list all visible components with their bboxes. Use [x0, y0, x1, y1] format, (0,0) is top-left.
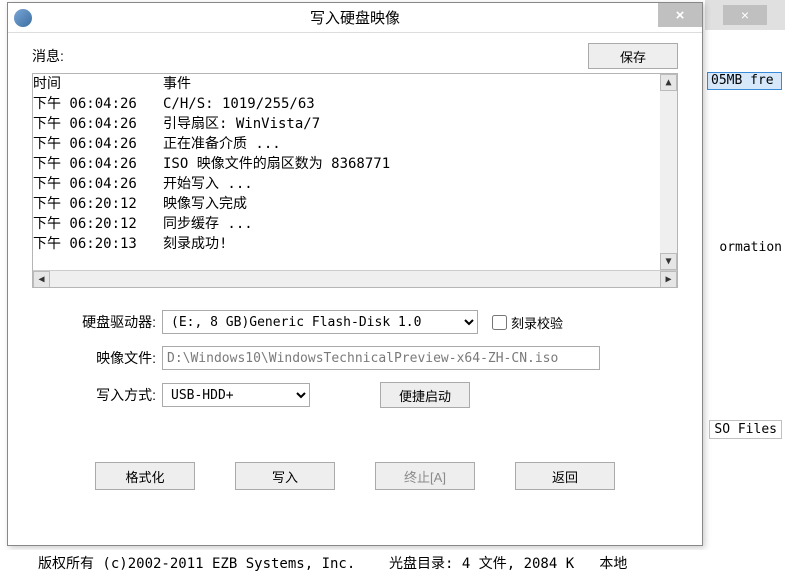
format-button[interactable]: 格式化 [95, 462, 195, 490]
dialog-titlebar[interactable]: 写入硬盘映像 × [8, 3, 702, 33]
log-row[interactable]: 下午 06:04:26正在准备介质 ... [33, 134, 660, 154]
log-header-time: 时间 [33, 74, 163, 94]
horizontal-scrollbar[interactable]: ◀ ▶ [33, 270, 677, 287]
scroll-left-icon[interactable]: ◀ [33, 271, 50, 288]
status-bar: 版权所有 (c)2002-2011 EZB Systems, Inc. 光盘目录… [0, 550, 785, 576]
bg-freespace-label: 05MB fre [707, 72, 782, 90]
log-event: 开始写入 ... [163, 174, 253, 194]
log-event: 正在准备介质 ... [163, 134, 281, 154]
log-time: 下午 06:04:26 [33, 114, 163, 134]
verify-label: 刻录校验 [511, 313, 563, 332]
write-mode-select[interactable]: USB-HDD+ [162, 383, 310, 407]
close-button[interactable]: × [658, 3, 702, 27]
bg-text-ormation: ormation [719, 240, 782, 255]
log-row[interactable]: 下午 06:04:26ISO 映像文件的扇区数为 8368771 [33, 154, 660, 174]
scroll-right-icon[interactable]: ▶ [660, 271, 677, 288]
log-row[interactable]: 下午 06:20:12同步缓存 ... [33, 214, 660, 234]
vertical-scrollbar[interactable]: ▲ ▼ [660, 74, 677, 270]
stop-button[interactable]: 终止[A] [375, 462, 475, 490]
message-label: 消息: [32, 46, 64, 66]
write-button[interactable]: 写入 [235, 462, 335, 490]
log-row[interactable]: 下午 06:20:13刻录成功! [33, 234, 660, 254]
log-event: 映像写入完成 [163, 194, 247, 214]
log-time: 下午 06:04:26 [33, 154, 163, 174]
log-time: 下午 06:20:12 [33, 194, 163, 214]
log-time: 下午 06:20:13 [33, 234, 163, 254]
back-button[interactable]: 返回 [515, 462, 615, 490]
drive-select[interactable]: (E:, 8 GB)Generic Flash-Disk 1.0 [162, 310, 478, 334]
log-row[interactable]: 下午 06:20:12映像写入完成 [33, 194, 660, 214]
status-text: 版权所有 (c)2002-2011 EZB Systems, Inc. 光盘目录… [38, 553, 627, 573]
verify-checkbox[interactable] [492, 315, 507, 330]
log-time: 下午 06:20:12 [33, 214, 163, 234]
log-header: 时间 事件 [33, 74, 660, 94]
scroll-up-icon[interactable]: ▲ [660, 74, 677, 91]
log-row[interactable]: 下午 06:04:26开始写入 ... [33, 174, 660, 194]
bg-titlebar: × [705, 0, 785, 30]
dialog-title: 写入硬盘映像 [310, 7, 400, 28]
bg-text-sofiles: SO Files [709, 420, 782, 439]
log-row[interactable]: 下午 06:04:26C/H/S: 1019/255/63 [33, 94, 660, 114]
log-event: C/H/S: 1019/255/63 [163, 94, 315, 114]
log-time: 下午 06:04:26 [33, 94, 163, 114]
drive-label: 硬盘驱动器: [32, 312, 162, 332]
log-time: 下午 06:04:26 [33, 174, 163, 194]
log-event: 同步缓存 ... [163, 214, 253, 234]
scroll-track[interactable] [660, 91, 677, 253]
log-time: 下午 06:04:26 [33, 134, 163, 154]
write-disk-image-dialog: 写入硬盘映像 × 消息: 保存 时间 事件 下午 06:04:26C/H/S: … [7, 2, 703, 546]
log-header-event: 事件 [163, 74, 191, 94]
scroll-track-h[interactable] [50, 271, 660, 287]
scroll-down-icon[interactable]: ▼ [660, 253, 677, 270]
log-event: ISO 映像文件的扇区数为 8368771 [163, 154, 390, 174]
save-button[interactable]: 保存 [588, 43, 678, 69]
app-icon [14, 9, 32, 27]
log-event: 引导扇区: WinVista/7 [163, 114, 320, 134]
write-mode-label: 写入方式: [32, 385, 162, 405]
bg-close-button[interactable]: × [723, 5, 767, 25]
image-label: 映像文件: [32, 348, 162, 368]
image-path-input[interactable] [162, 346, 600, 370]
log-event: 刻录成功! [163, 234, 227, 254]
log-listbox[interactable]: 时间 事件 下午 06:04:26C/H/S: 1019/255/63下午 06… [32, 73, 678, 288]
quick-boot-button[interactable]: 便捷启动 [380, 382, 470, 408]
log-row[interactable]: 下午 06:04:26引导扇区: WinVista/7 [33, 114, 660, 134]
